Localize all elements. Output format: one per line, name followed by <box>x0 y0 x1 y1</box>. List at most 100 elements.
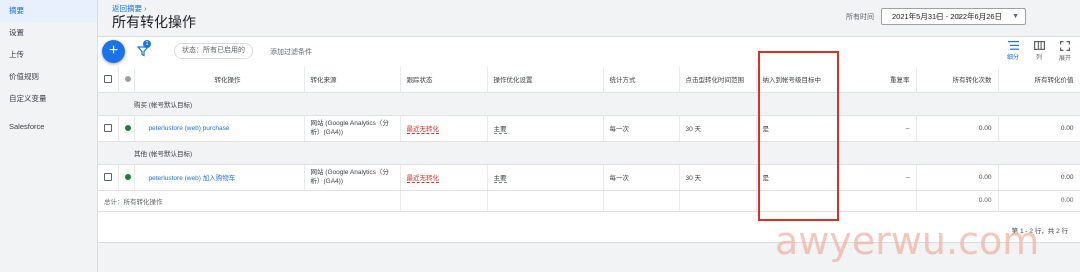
sidebar-item-settings[interactable]: 设置 <box>0 22 97 44</box>
source-line-2: 析）(GA4)) <box>310 129 344 136</box>
source-cell: 网站 (Google Analytics（分 析）(GA4)) <box>304 115 401 142</box>
add-conversion-button[interactable]: + <box>102 40 125 63</box>
table-header-row: 转化操作 转化来源 跟踪状态 操作优化设置 统计方式 点击型转化时间范围 纳入到… <box>98 67 1080 93</box>
enabled-status-icon <box>124 173 131 180</box>
segment-label: 细分 <box>1006 55 1019 61</box>
total-empty-cell <box>756 190 838 212</box>
filter-count-badge: 1 <box>143 40 151 48</box>
total-empty-cell <box>400 190 488 212</box>
page-title: 所有转化操作 <box>112 14 196 30</box>
column-header-optimization[interactable]: 操作优化设置 <box>487 67 604 93</box>
tracking-cell: 最近无转化 <box>400 164 488 191</box>
optimization-setting[interactable]: 主要 <box>493 175 507 183</box>
column-header-source[interactable]: 转化来源 <box>304 67 401 93</box>
tracking-cell: 最近无转化 <box>400 115 488 142</box>
repeat-cell: – <box>837 164 917 191</box>
sidebar-item-custom-variables[interactable]: 自定义变量 <box>0 88 97 110</box>
date-range-picker[interactable]: 2021年5月31日 - 2022年6月26日 ▼ <box>881 8 1026 25</box>
group-row: 购买 (帐号默认目标) <box>98 92 1080 116</box>
total-empty-cell <box>487 190 604 212</box>
conversion-actions-table: 转化操作 转化来源 跟踪状态 操作优化设置 统计方式 点击型转化时间范围 纳入到… <box>98 67 1080 212</box>
sidebar-item-uploads[interactable]: 上传 <box>0 44 97 66</box>
all-value-cell: 0.00 <box>998 164 1080 191</box>
caret-down-icon: ▼ <box>1012 13 1019 20</box>
source-cell: 网站 (Google Analytics（分 析）(GA4)) <box>304 164 401 191</box>
repeat-cell: – <box>837 115 917 142</box>
tracking-status[interactable]: 最近无转化 <box>406 126 439 134</box>
add-filter-button[interactable]: 添加过滤条件 <box>270 47 312 57</box>
total-all-value: 0.00 <box>998 190 1080 212</box>
window-cell: 30 天 <box>679 164 757 191</box>
date-range-value: 2021年5月31日 - 2022年6月26日 <box>892 12 1003 21</box>
page-header: 返回摘要 › 所有转化操作 所有时间 2021年5月31日 - 2022年6月2… <box>98 0 1080 36</box>
status-filter-chip[interactable]: 状态：所有已启用的 <box>174 43 253 59</box>
enabled-status-icon <box>124 124 131 131</box>
source-line-1: 网站 (Google Analytics（分 <box>310 120 389 127</box>
action-cell: peterlustore (web) 加入购物车 <box>134 164 305 191</box>
conversion-action-link[interactable]: peterlustore (web) purchase <box>149 125 230 132</box>
header-status-cell <box>118 67 135 93</box>
table-row: peterlustore (web) 加入购物车 网站 (Google Anal… <box>98 164 1080 191</box>
table-row: peterlustore (web) purchase 网站 (Google A… <box>98 115 1080 142</box>
all-value-cell: 0.00 <box>998 115 1080 142</box>
select-all-checkbox[interactable] <box>104 75 112 84</box>
row-status-cell <box>118 164 135 191</box>
total-all-conversions: 0.00 <box>916 190 999 212</box>
optimization-cell: 主要 <box>487 115 604 142</box>
column-header-include[interactable]: 纳入到帐号级目标中 <box>756 67 838 93</box>
column-header-window[interactable]: 点击型转化时间范围 <box>679 67 757 93</box>
column-header-all-value[interactable]: 所有转化价值 <box>998 67 1080 93</box>
column-header-tracking[interactable]: 跟踪状态 <box>400 67 488 93</box>
all-conversions-cell: 0.00 <box>916 115 999 142</box>
group-label: 购买 (帐号默认目标) <box>98 92 1080 116</box>
columns-button[interactable]: 列 <box>1028 41 1050 61</box>
all-conversions-cell: 0.00 <box>916 164 999 191</box>
source-line-1: 网站 (Google Analytics（分 <box>310 169 389 176</box>
counting-cell: 每一次 <box>603 164 680 191</box>
table-toolbar: + 1 状态：所有已启用的 添加过滤条件 细分 列 展开 <box>98 37 1080 67</box>
header-checkbox-cell <box>98 67 119 93</box>
row-checkbox[interactable] <box>104 173 112 181</box>
row-checkbox-cell <box>98 164 119 191</box>
pagination-info: 第 1 - 2 行，共 2 行 <box>1011 228 1068 235</box>
group-row: 其他 (帐号默认目标) <box>98 141 1080 165</box>
columns-icon <box>1033 41 1045 50</box>
include-cell: 是 <box>756 164 838 191</box>
total-empty-cell <box>679 190 757 212</box>
sidebar: 摘要 设置 上传 价值规则 自定义变量 Salesforce <box>0 0 98 272</box>
segment-button[interactable]: 细分 <box>1002 41 1024 61</box>
column-header-repeat[interactable]: 重复率 <box>837 67 917 93</box>
total-label: 总计：所有转化操作 <box>98 190 401 212</box>
sidebar-item-value-rules[interactable]: 价值规则 <box>0 66 97 88</box>
app-root: 摘要 设置 上传 价值规则 自定义变量 Salesforce 返回摘要 › 所有… <box>0 0 1080 272</box>
conversion-action-link[interactable]: peterlustore (web) 加入购物车 <box>149 175 236 182</box>
columns-label: 列 <box>1035 55 1042 61</box>
column-header-action[interactable]: 转化操作 <box>134 67 305 93</box>
segment-icon <box>1007 41 1019 50</box>
status-dot-icon <box>124 76 131 83</box>
source-line-2: 析）(GA4)) <box>310 178 344 185</box>
total-row: 总计：所有转化操作 0.00 0.00 <box>98 190 1080 212</box>
row-checkbox[interactable] <box>104 124 112 132</box>
chevron-left-icon[interactable]: ‹ <box>935 8 939 23</box>
column-header-counting[interactable]: 统计方式 <box>603 67 680 93</box>
expand-label: 展开 <box>1058 56 1071 62</box>
row-checkbox-cell <box>98 115 119 142</box>
expand-button[interactable]: 展开 <box>1054 41 1076 62</box>
counting-cell: 每一次 <box>603 115 680 142</box>
window-cell: 30 天 <box>679 115 757 142</box>
fullscreen-icon <box>1060 41 1070 51</box>
sidebar-item-summary[interactable]: 摘要 <box>0 0 97 22</box>
optimization-cell: 主要 <box>487 164 604 191</box>
optimization-setting[interactable]: 主要 <box>493 126 507 134</box>
total-empty-cell <box>603 190 680 212</box>
column-header-all-conversions[interactable]: 所有转化次数 <box>916 67 999 93</box>
tracking-status[interactable]: 最近无转化 <box>406 175 439 183</box>
include-cell: 是 <box>756 115 838 142</box>
chevron-right-icon[interactable]: › <box>957 8 961 23</box>
group-label: 其他 (帐号默认目标) <box>98 141 1080 165</box>
total-empty-cell <box>837 190 917 212</box>
sidebar-item-salesforce[interactable]: Salesforce <box>0 116 97 138</box>
row-status-cell <box>118 115 135 142</box>
conversions-card: + 1 状态：所有已启用的 添加过滤条件 细分 列 展开 转化操作 转化来源 跟… <box>98 36 1080 243</box>
